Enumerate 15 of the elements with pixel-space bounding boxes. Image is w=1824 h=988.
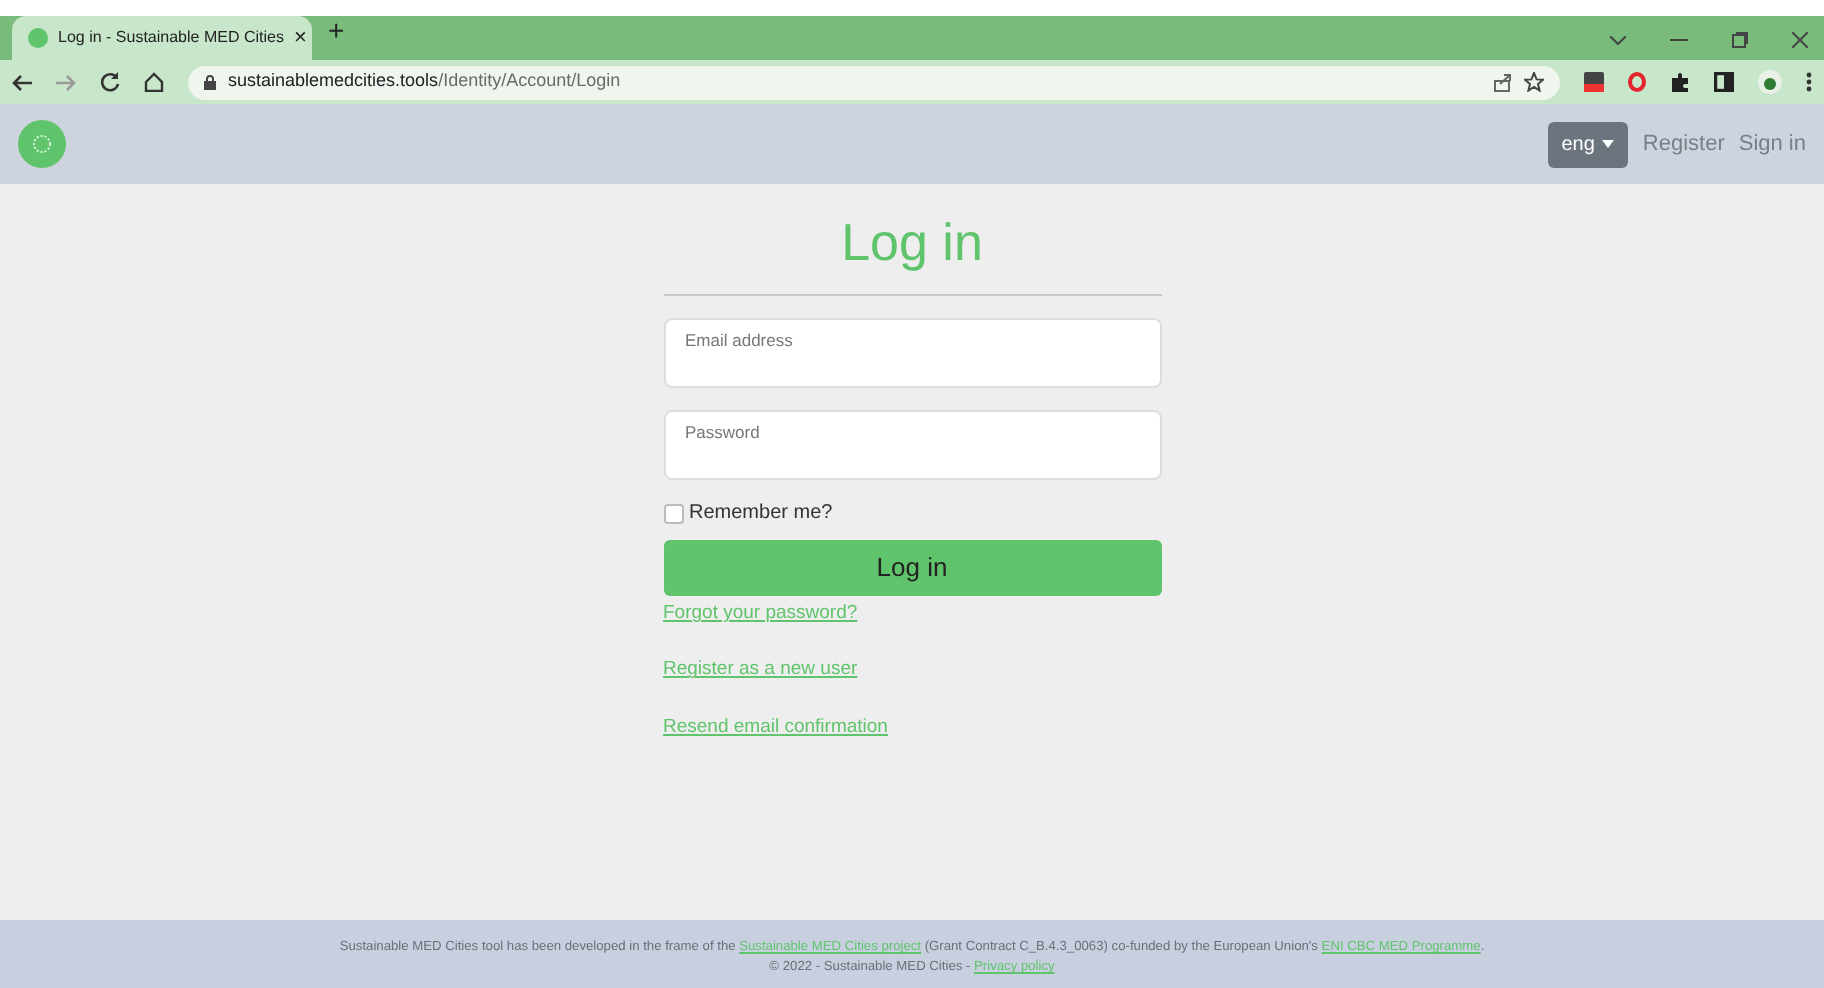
address-bar[interactable]: sustainablemedcities.tools/Identity/Account/Login [188, 65, 1560, 99]
close-icon[interactable]: × [293, 21, 307, 55]
form-link[interactable]: Forgot your password? [663, 600, 858, 629]
new-tab-button[interactable]: + [312, 10, 345, 60]
remember-label: Remember me? [689, 500, 833, 529]
nav-link[interactable]: Sign in [1738, 127, 1806, 161]
input-field[interactable]: Password [663, 410, 1161, 481]
nav-link[interactable]: Register [1642, 127, 1725, 161]
form-link[interactable]: Register as a new user [663, 656, 858, 686]
language-dropdown[interactable]: eng [1547, 121, 1629, 167]
form-link[interactable]: Resend email confirmation [663, 713, 888, 742]
page-title: Log in [839, 212, 985, 275]
browser-tab[interactable]: Log in - Sustainable MED Cities × [12, 16, 312, 60]
input-field[interactable]: Email address [663, 318, 1161, 389]
login-button[interactable]: Log in [663, 540, 1161, 597]
